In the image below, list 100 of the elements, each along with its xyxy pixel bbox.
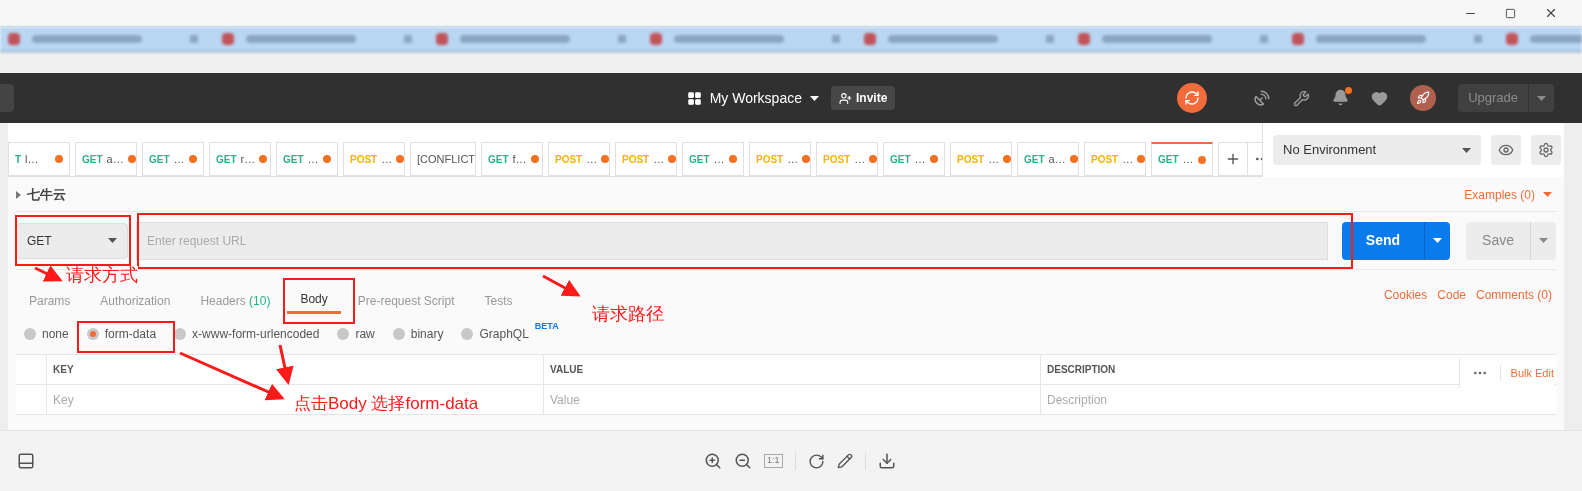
tab-title: … (173, 151, 185, 167)
tab-title: … (854, 151, 866, 167)
url-field[interactable]: Enter request URL (136, 221, 1328, 260)
tab-title: r… (240, 151, 256, 167)
method-label: POST (823, 152, 851, 167)
sync-icon (1184, 90, 1201, 106)
wrench-icon[interactable] (1293, 89, 1311, 107)
method-label: POST (957, 152, 985, 167)
annotation-arrow (34, 265, 63, 282)
section-tab[interactable]: Body (287, 287, 341, 314)
bell-icon[interactable] (1332, 89, 1350, 107)
maximize-icon[interactable] (1505, 7, 1516, 19)
annotation-arrow (542, 274, 581, 297)
request-tab[interactable]: [CONFLICT (410, 142, 476, 176)
request-tab[interactable]: GET … (682, 142, 744, 176)
request-tab[interactable]: T l… (8, 142, 70, 176)
request-tab[interactable]: GET … (1151, 142, 1213, 176)
method-label: GET (488, 152, 509, 167)
invite-button[interactable]: Invite (831, 86, 896, 110)
request-tab[interactable]: GET … (276, 142, 338, 176)
tab-title: … (381, 151, 393, 167)
body-type-radio[interactable]: GraphQL $^{BETA}$ (461, 325, 559, 343)
column-header: KEY (46, 355, 543, 384)
method-label: GET (1158, 153, 1179, 167)
tab-title: a… (106, 151, 124, 167)
annotation-text: 请求路径 (592, 305, 664, 323)
collection-title[interactable]: 七牛云 (16, 184, 66, 205)
pencil-icon[interactable] (836, 453, 853, 469)
plus-icon (1225, 151, 1241, 167)
panel-icon[interactable] (17, 452, 35, 470)
send-caret-icon (1433, 238, 1443, 243)
zoom-out-icon[interactable] (734, 452, 752, 470)
tab-title: … (787, 151, 799, 167)
tab-title: … (1122, 151, 1134, 167)
annotation-text: 请求方式 (66, 266, 138, 284)
rotate-icon[interactable] (807, 452, 825, 470)
body-type-radio[interactable]: raw (337, 325, 375, 343)
request-tab[interactable]: POST … (615, 142, 677, 176)
method-label: POST (555, 152, 583, 167)
method-label: POST (756, 152, 784, 167)
environment-select[interactable]: No Environment (1273, 135, 1481, 165)
method-label: GET (283, 152, 304, 167)
caret-icon (108, 238, 117, 243)
workspace-selector[interactable]: My Workspace (686, 87, 819, 109)
avatar-icon[interactable] (1410, 85, 1437, 111)
grid-icon (686, 90, 702, 106)
tab-title: … (1182, 152, 1194, 168)
method-label: GET (216, 152, 237, 167)
zoom-in-icon[interactable] (704, 452, 722, 470)
tab-title: … (586, 151, 598, 167)
caret-icon (810, 95, 819, 101)
actual-size-button[interactable]: 1:1 (764, 454, 783, 468)
tab-title: … (653, 151, 665, 167)
request-tab[interactable]: GET f… (481, 142, 543, 176)
request-tab[interactable]: POST … (816, 142, 878, 176)
request-tab[interactable]: GET … (883, 142, 945, 176)
method-label: GET (82, 152, 103, 167)
heart-icon[interactable] (1371, 89, 1389, 107)
method-label: GET (1024, 152, 1045, 167)
method-label: POST (622, 152, 650, 167)
method-label: POST (1091, 152, 1119, 167)
request-tab[interactable]: GET … (142, 142, 204, 176)
save-caret-icon (1539, 238, 1548, 243)
caret-icon (1462, 147, 1471, 153)
body-type-radio[interactable]: form-data (86, 325, 157, 343)
tab-title: … (307, 151, 319, 167)
close-icon[interactable] (1544, 6, 1558, 20)
download-icon[interactable] (877, 452, 896, 470)
request-tab[interactable]: GET a… (1017, 142, 1079, 176)
method-label: GET (890, 152, 911, 167)
expand-triangle-icon (16, 190, 21, 199)
tab-title: … (988, 151, 1000, 167)
settings-button[interactable] (1531, 135, 1561, 165)
request-tab[interactable]: GET r… (209, 142, 271, 176)
method-label: T (15, 152, 22, 167)
request-tab[interactable]: POST … (343, 142, 405, 176)
body-type-radio[interactable]: none (24, 325, 69, 343)
caret-icon (1537, 95, 1546, 101)
user-plus-icon (839, 91, 852, 105)
eye-button[interactable] (1491, 135, 1521, 165)
annotation-text: 点击Body 选择form-data (294, 395, 479, 412)
caret-icon (1543, 192, 1552, 197)
body-type-radio[interactable]: binary (392, 325, 444, 343)
sync-button[interactable] (1177, 83, 1208, 113)
tab-title: l… (25, 151, 39, 167)
request-tab[interactable]: POST … (1084, 142, 1146, 176)
satellite-icon[interactable] (1253, 89, 1272, 107)
method-label: POST (350, 152, 378, 167)
request-tab[interactable]: POST … (548, 142, 610, 176)
tab-title: [CONFLICT (417, 151, 476, 167)
tab-title: a… (1048, 151, 1066, 167)
request-tab[interactable]: POST … (749, 142, 811, 176)
method-label: GET (689, 152, 710, 167)
request-tab[interactable]: GET a… (75, 142, 137, 176)
column-header: VALUE (543, 355, 1040, 384)
request-tab[interactable]: POST … (950, 142, 1012, 176)
body-type-radio[interactable]: x-www-form-urlencoded (174, 325, 320, 343)
method-select[interactable]: GET (16, 222, 128, 259)
settings-icon (1538, 142, 1554, 158)
method-label: GET (149, 152, 170, 167)
